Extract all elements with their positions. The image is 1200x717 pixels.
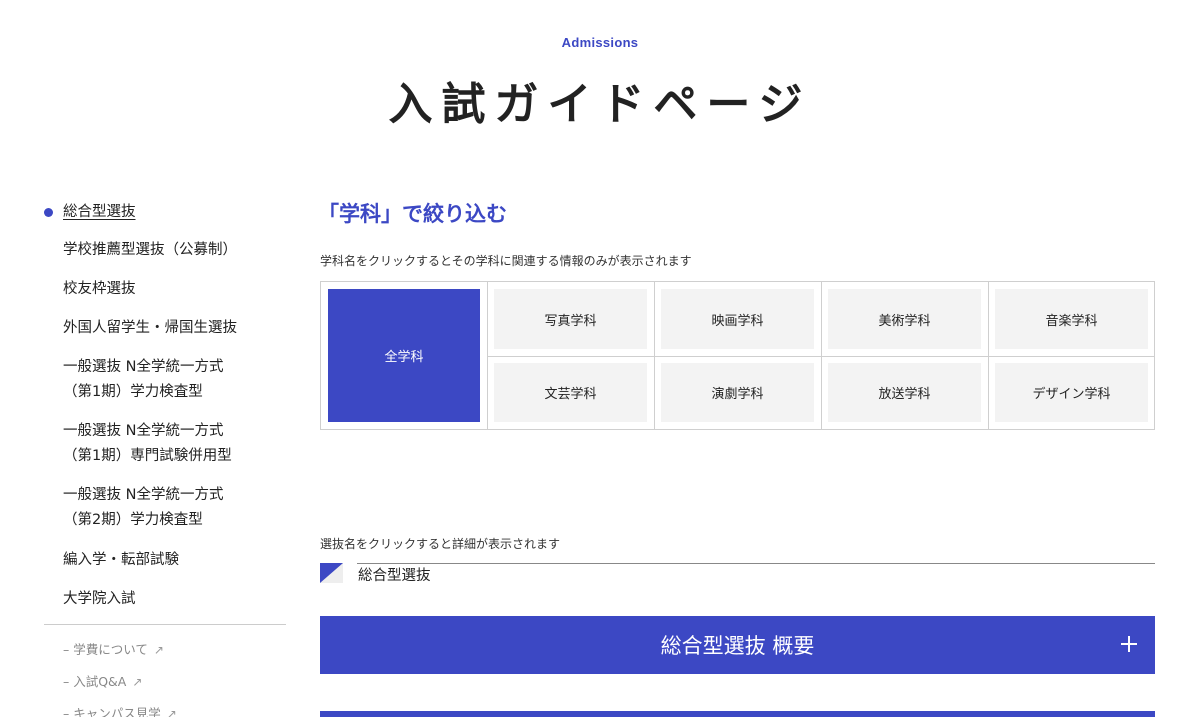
dept-button-photo[interactable]: 写真学科: [494, 289, 647, 349]
sidebar-item-sublabel: （第1期）専門試験併用型: [63, 448, 232, 464]
department-filter-grid: 全学科 写真学科 映画学科 美術学科 音楽学科 文芸学科 演劇学科 放送学科 デ…: [320, 281, 1155, 430]
sidebar-item-label: 一般選抜 N全学統一方式: [63, 359, 224, 375]
accordion-label: 総合型選抜 概要: [660, 634, 815, 658]
sidebar-item-label: 一般選抜 N全学統一方式: [63, 423, 224, 439]
dept-button-broadcasting[interactable]: 放送学科: [828, 363, 981, 422]
sidebar-item-ippan-1-gakuryoku[interactable]: 一般選抜 N全学統一方式 （第1期）学力検査型: [44, 355, 223, 405]
sidebar-item-sublabel: （第1期）学力検査型: [63, 384, 203, 400]
sidebar-item-koyu[interactable]: 校友枠選抜: [44, 277, 136, 302]
selection-rule: [357, 563, 1155, 564]
sidebar-item-label: 編入学・転部試験: [63, 552, 179, 568]
external-link-icon: ↗: [153, 643, 164, 657]
triangle-marker-icon: [320, 563, 343, 583]
sidebar-link-label: – 入試Q&A: [63, 674, 127, 689]
sidebar-item-label: 外国人留学生・帰国生選抜: [63, 320, 237, 336]
sidebar-item-suisen[interactable]: 学校推薦型選抜（公募制）: [44, 238, 237, 263]
dept-button-fine-art[interactable]: 美術学科: [828, 289, 981, 349]
sidebar-link-faq[interactable]: – 入試Q&A ↗: [44, 672, 142, 692]
filter-note: 学科名をクリックするとその学科に関連する情報のみが表示されます: [320, 254, 692, 268]
page-title: 入試ガイドページ: [388, 79, 812, 130]
accordion-overview-header[interactable]: 総合型選抜 概要: [320, 616, 1155, 674]
sidebar-item-sublabel: （第2期）学力検査型: [63, 512, 203, 528]
sidebar-item-ippan-2-gakuryoku[interactable]: 一般選抜 N全学統一方式 （第2期）学力検査型: [44, 483, 223, 533]
dept-button-music[interactable]: 音楽学科: [995, 289, 1148, 349]
external-link-icon: ↗: [166, 707, 177, 717]
grid-divider: [487, 356, 1154, 357]
dept-button-theater[interactable]: 演劇学科: [661, 363, 814, 422]
sidebar-item-label: 総合型選抜: [63, 204, 136, 220]
filter-heading: 「学科」で絞り込む: [318, 202, 507, 226]
sidebar-item-ippan-1-senmon[interactable]: 一般選抜 N全学統一方式 （第1期）専門試験併用型: [44, 419, 232, 469]
dept-button-all[interactable]: 全学科: [328, 289, 480, 422]
selection-current-title: 総合型選抜: [358, 568, 431, 584]
sidebar-link-label: – キャンパス見学: [63, 706, 161, 717]
sidebar-item-label: 大学院入試: [63, 591, 136, 607]
sidebar-item-daigakuin[interactable]: 大学院入試: [44, 587, 136, 612]
sidebar-item-ryugakusei[interactable]: 外国人留学生・帰国生選抜: [44, 316, 237, 341]
sidebar-link-tuition[interactable]: – 学費について ↗: [44, 640, 164, 660]
selection-note: 選抜名をクリックすると詳細が表示されます: [320, 537, 561, 551]
dept-button-film[interactable]: 映画学科: [661, 289, 814, 349]
sidebar-item-label: 学校推薦型選抜（公募制）: [63, 242, 237, 258]
page-eyebrow: Admissions: [561, 35, 639, 50]
sidebar-link-campus-tour[interactable]: – キャンパス見学 ↗: [44, 704, 177, 717]
dept-button-design[interactable]: デザイン学科: [995, 363, 1148, 422]
sidebar-link-label: – 学費について: [63, 642, 148, 657]
sidebar-divider: [44, 624, 286, 625]
external-link-icon: ↗: [132, 675, 143, 689]
sidebar-item-sogo[interactable]: 総合型選抜: [44, 200, 136, 225]
accordion-next-header[interactable]: [320, 711, 1155, 717]
plus-icon[interactable]: [1121, 636, 1137, 652]
sidebar-item-label: 一般選抜 N全学統一方式: [63, 487, 224, 503]
sidebar-item-hennyu[interactable]: 編入学・転部試験: [44, 548, 179, 573]
sidebar-item-label: 校友枠選抜: [63, 281, 136, 297]
dept-button-literature[interactable]: 文芸学科: [494, 363, 647, 422]
active-dot-icon: [44, 208, 53, 217]
